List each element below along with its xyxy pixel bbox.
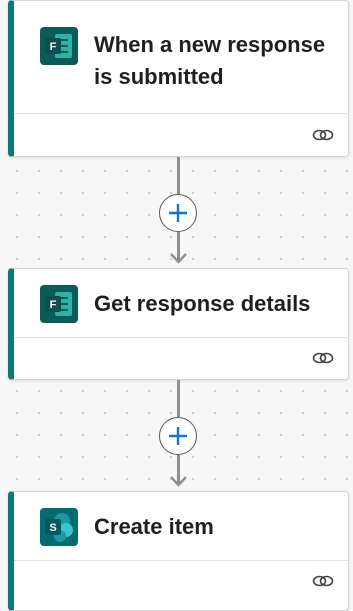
sharepoint-icon: S — [40, 508, 78, 546]
flow-step-get-response[interactable]: F Get response details — [8, 268, 349, 380]
link-icon[interactable] — [312, 128, 334, 142]
arrow-down-icon — [170, 253, 187, 264]
step-title: Create item — [94, 514, 214, 539]
arrow-down-icon — [170, 476, 187, 487]
step-title: When a new response is submitted — [94, 32, 326, 89]
flow-step-trigger[interactable]: F When a new response is submitted — [8, 0, 349, 157]
add-step-button[interactable] — [159, 417, 197, 455]
flow-step-create-item[interactable]: S Create item — [8, 491, 349, 611]
microsoft-forms-icon: F — [40, 285, 78, 323]
add-step-button[interactable] — [159, 194, 197, 232]
plus-icon — [169, 427, 187, 445]
microsoft-forms-icon: F — [40, 27, 78, 65]
connector-line — [177, 380, 180, 417]
card-divider — [14, 560, 348, 561]
step-title: Get response details — [94, 291, 311, 316]
link-icon[interactable] — [312, 574, 334, 588]
svg-text:S: S — [49, 522, 56, 534]
card-divider — [14, 337, 348, 338]
plus-icon — [169, 204, 187, 222]
svg-text:F: F — [50, 41, 57, 53]
svg-text:F: F — [50, 299, 57, 311]
card-divider — [14, 113, 348, 114]
link-icon[interactable] — [312, 351, 334, 365]
connector-line — [177, 157, 180, 194]
